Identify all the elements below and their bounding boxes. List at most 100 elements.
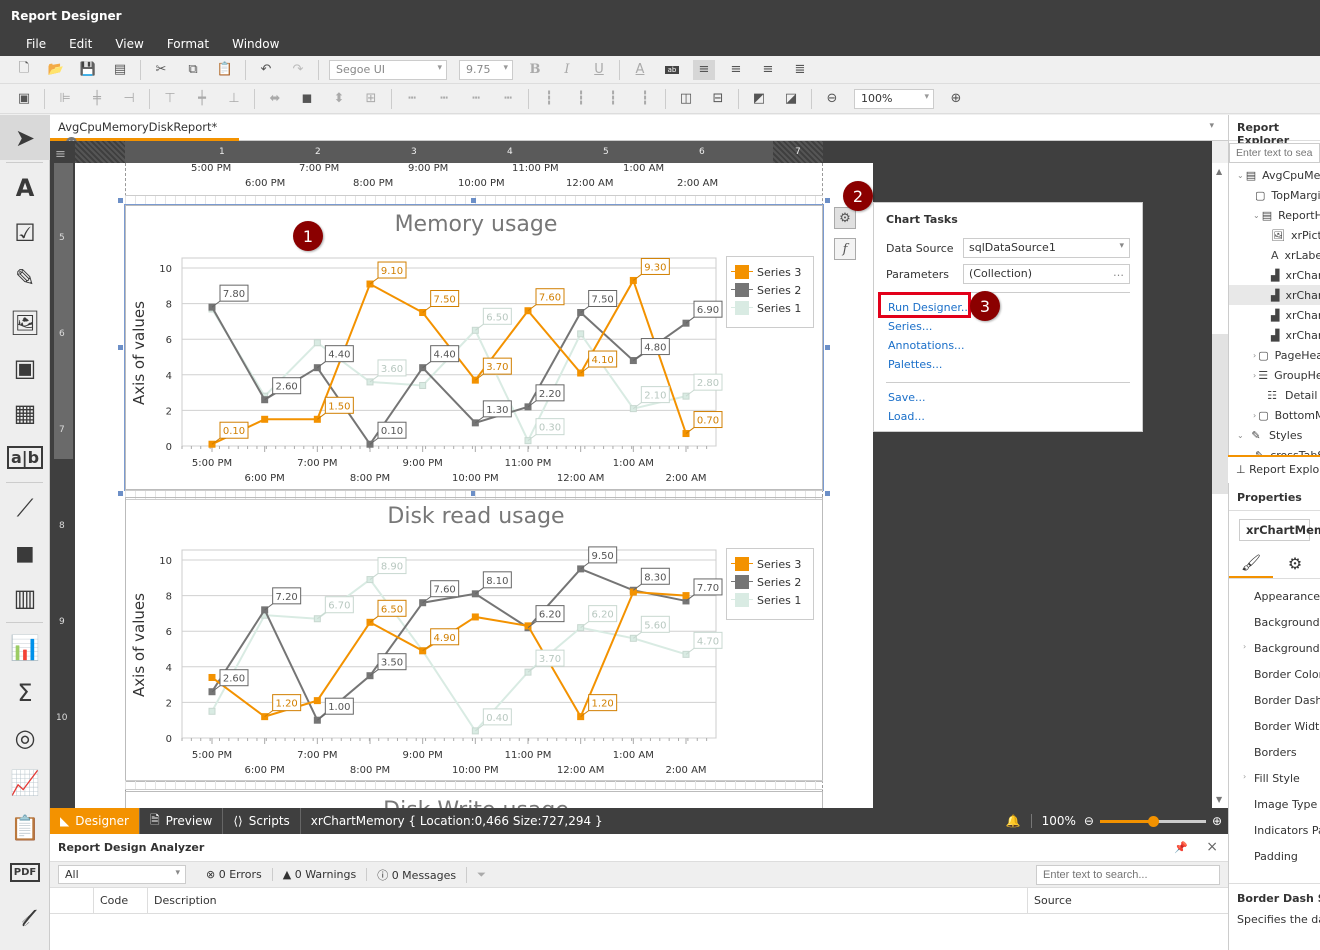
center-horizontally-icon[interactable]: ◫ — [675, 89, 697, 109]
property-row[interactable]: Indicators Palette — [1229, 817, 1320, 843]
align-rights-icon[interactable]: ⊣ — [118, 89, 140, 109]
menu-file[interactable]: File — [26, 37, 46, 51]
align-bottoms-icon[interactable]: ⊥ — [223, 89, 245, 109]
center-vertically-icon[interactable]: ⊟ — [707, 89, 729, 109]
italic-button[interactable]: I — [556, 60, 578, 80]
property-row[interactable]: Padding — [1229, 843, 1320, 869]
zoom-in-circle-icon[interactable]: ⊕ — [1212, 814, 1222, 828]
resize-handle[interactable] — [471, 198, 476, 203]
rich-text-tool[interactable]: ✎ — [0, 255, 50, 300]
align-centers-icon[interactable]: ╪ — [86, 89, 108, 109]
copy-icon[interactable]: ⧉ — [182, 60, 204, 80]
send-to-back-icon[interactable]: ◪ — [780, 89, 802, 109]
errors-filter[interactable]: ⊗ 0 Errors — [206, 868, 273, 881]
font-color-icon[interactable]: A — [629, 60, 651, 80]
align-lefts-icon[interactable]: ⊫ — [54, 89, 76, 109]
tab-preview[interactable]: 🗎 Preview — [140, 808, 224, 834]
vspace-decrease-icon[interactable]: ┇ — [602, 89, 624, 109]
tree-node[interactable]: 🖼 xrPictureBox — [1229, 225, 1320, 245]
menu-edit[interactable]: Edit — [69, 37, 92, 51]
back-color-icon[interactable]: ab — [661, 60, 683, 80]
same-size-icon[interactable]: ◼ — [296, 89, 318, 109]
size-to-grid-icon[interactable]: ⊞ — [360, 89, 382, 109]
tab-behavior[interactable]: ⚙ — [1273, 549, 1317, 578]
palettes-link[interactable]: Palettes... — [888, 358, 1128, 374]
tree-node[interactable]: ⌄▤ ReportHeader — [1229, 205, 1320, 225]
data-source-select[interactable]: sqlDataSource1 ▾ — [963, 238, 1130, 258]
fit-bounds-icon[interactable]: ▣ — [13, 89, 35, 109]
object-selector[interactable]: xrChartMemory — [1239, 519, 1320, 541]
memory-chart[interactable]: Memory usage 0 2 4 6 8 10 Axis of values 5:00 P… — [124, 204, 824, 491]
column-source[interactable]: Source — [1028, 888, 1078, 913]
same-width-icon[interactable]: ⬌ — [264, 89, 286, 109]
undo-icon[interactable]: ↶ — [255, 60, 277, 80]
tree-node[interactable]: ▟ xrChartDiskWrite — [1229, 325, 1320, 345]
checkbox-tool[interactable]: ☑ — [0, 210, 50, 255]
scroll-down-icon[interactable]: ▼ — [1216, 795, 1222, 804]
font-name-combo[interactable]: Segoe UI — [329, 59, 447, 80]
expand-caret-icon[interactable]: ⌄ — [1237, 171, 1244, 180]
ruler-menu-icon[interactable]: ≡ — [55, 147, 66, 162]
vspace-equal-icon[interactable]: ┇ — [538, 89, 560, 109]
zoom-out-icon[interactable]: ⊖ — [821, 89, 843, 109]
expand-caret-icon[interactable]: › — [1253, 371, 1256, 380]
tree-node[interactable]: ▢ TopMargin — [1229, 185, 1320, 205]
line-tool[interactable]: ⟋ — [0, 485, 50, 530]
font-size-combo[interactable]: 9.75 — [459, 59, 513, 80]
property-row[interactable]: Background Color — [1229, 609, 1320, 635]
expand-icon[interactable]: › — [1243, 642, 1246, 651]
tab-list-dropdown-icon[interactable]: ▾ — [1209, 121, 1214, 131]
property-row[interactable]: Border Width — [1229, 713, 1320, 739]
align-tops-icon[interactable]: ⊤ — [159, 89, 181, 109]
disk-read-chart[interactable]: Disk read usage 0 2 4 6 8 10 Axis of values 5:0… — [125, 497, 823, 782]
bell-icon[interactable]: 🔔 — [996, 814, 1032, 828]
hspace-decrease-icon[interactable]: ┅ — [465, 89, 487, 109]
hspace-increase-icon[interactable]: ┅ — [433, 89, 455, 109]
save-all-icon[interactable]: ▤ — [109, 60, 131, 80]
expand-caret-icon[interactable]: › — [1253, 351, 1256, 360]
align-middles-icon[interactable]: ┿ — [191, 89, 213, 109]
resize-handle[interactable] — [118, 345, 123, 350]
bold-button[interactable]: B — [524, 60, 546, 80]
table-tool[interactable]: ▦ — [0, 390, 50, 435]
save-link[interactable]: Save... — [888, 391, 1128, 407]
tree-node[interactable]: AxrLabel — [1229, 245, 1320, 265]
annotations-link[interactable]: Annotations... — [888, 339, 1128, 355]
explorer-search-input[interactable] — [1229, 143, 1320, 163]
label-tool[interactable]: A — [0, 165, 50, 210]
resize-handle[interactable] — [825, 345, 830, 350]
expand-caret-icon[interactable]: ⌄ — [1237, 431, 1247, 440]
expand-caret-icon[interactable]: › — [1253, 411, 1256, 420]
scroll-up-icon[interactable]: ▲ — [1216, 167, 1222, 176]
property-row[interactable]: › Background Image — [1229, 635, 1320, 661]
sparkline-tool[interactable]: 📈 — [0, 760, 50, 805]
menu-window[interactable]: Window — [232, 37, 279, 51]
hspace-equal-icon[interactable]: ┅ — [401, 89, 423, 109]
property-row[interactable]: Appearance Name — [1229, 583, 1320, 609]
property-row[interactable]: Image Type — [1229, 791, 1320, 817]
parameters-field[interactable]: (Collection)… — [963, 264, 1130, 284]
summary-tool[interactable]: Σ — [0, 670, 50, 715]
tree-node[interactable]: ⌄ ✎ Styles — [1229, 425, 1320, 445]
tab-scripts[interactable]: ⟨⟩ Scripts — [223, 808, 301, 834]
column-description[interactable]: Description — [148, 887, 1028, 914]
resize-handle[interactable] — [825, 491, 830, 496]
analyzer-filter-select[interactable]: All ▾ — [58, 865, 186, 884]
bring-to-front-icon[interactable]: ◩ — [748, 89, 770, 109]
align-right-icon[interactable]: ≡ — [757, 60, 779, 80]
series-link[interactable]: Series... — [888, 320, 1128, 336]
align-center-icon[interactable]: ≡ — [725, 60, 747, 80]
vertical-scrollbar[interactable]: ▲ ▼ — [1212, 163, 1228, 808]
vspace-remove-icon[interactable]: ┇ — [634, 89, 656, 109]
messages-filter[interactable]: ⓘ 0 Messages — [377, 866, 468, 883]
menu-format[interactable]: Format — [167, 37, 209, 51]
ellipsis-icon[interactable]: … — [1113, 266, 1124, 279]
analyzer-search-input[interactable] — [1036, 864, 1220, 885]
clear-filter-icon[interactable]: ⏷ — [477, 868, 486, 882]
tree-node[interactable]: ›▢ PageHeader — [1229, 345, 1320, 365]
warnings-filter[interactable]: ▲ 0 Warnings — [283, 868, 368, 881]
zoom-slider[interactable] — [1099, 815, 1206, 827]
redo-icon[interactable]: ↷ — [287, 60, 309, 80]
property-row[interactable]: Border Dash Style — [1229, 687, 1320, 713]
pin-icon[interactable]: 📌 — [1174, 841, 1188, 854]
